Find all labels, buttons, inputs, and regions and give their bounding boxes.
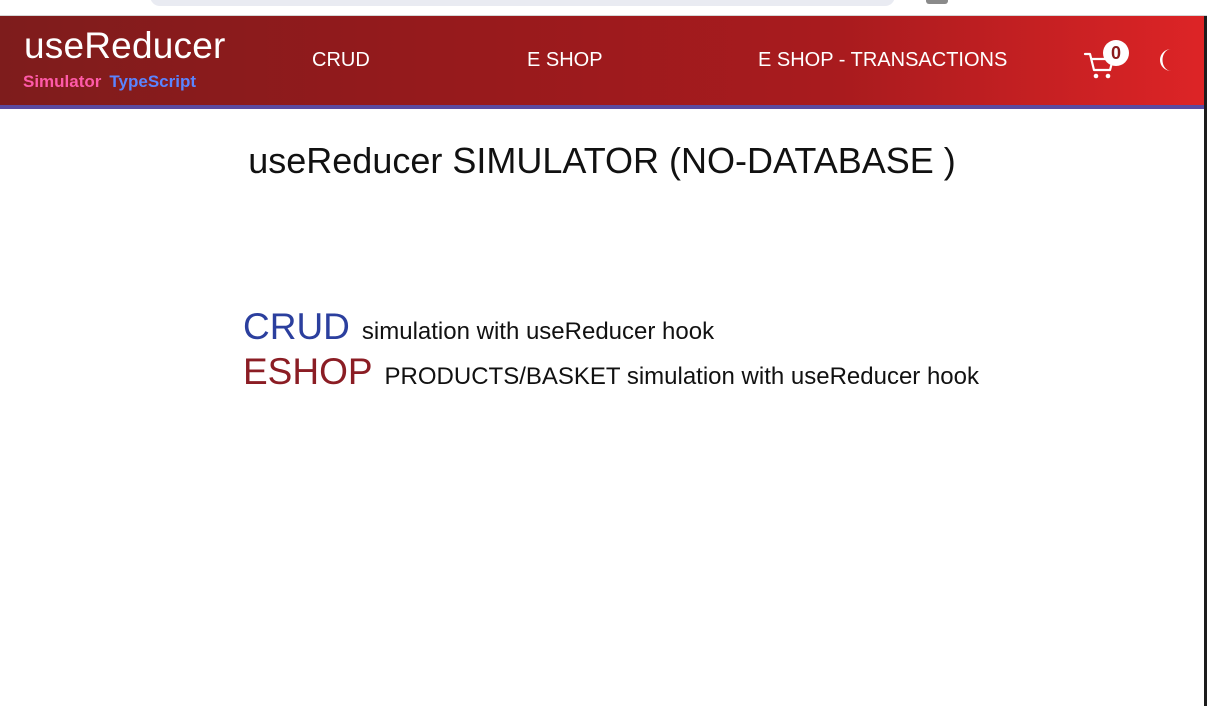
browser-toolbar — [0, 0, 1207, 16]
brand-typescript-label: TypeScript — [109, 72, 196, 91]
nav-link-eshop[interactable]: E SHOP — [527, 50, 603, 70]
nav-link-crud[interactable]: CRUD — [312, 50, 370, 70]
nav-link-eshop-transactions[interactable]: E SHOP - TRANSACTIONS — [758, 50, 1007, 70]
feature-row-crud: CRUD simulation with useReducer hook — [243, 308, 714, 345]
feature-desc-crud: simulation with useReducer hook — [361, 318, 715, 345]
feature-row-eshop: ESHOP PRODUCTS/BASKET simulation with use… — [243, 353, 979, 390]
extension-icon[interactable] — [926, 0, 948, 4]
brand-title[interactable]: useReducer — [24, 27, 226, 64]
brand-simulator-label: Simulator — [23, 72, 102, 91]
navbar-divider — [0, 105, 1204, 109]
moon-icon — [1160, 49, 1171, 71]
address-bar[interactable] — [150, 0, 895, 6]
theme-toggle-button[interactable] — [1155, 46, 1177, 74]
feature-link-eshop[interactable]: ESHOP — [243, 351, 373, 392]
cart-count-badge: 0 — [1103, 40, 1129, 66]
feature-desc-eshop: PRODUCTS/BASKET simulation with useReduc… — [384, 363, 980, 390]
brand-subtitle: Simulator TypeScript — [23, 73, 196, 90]
feature-link-crud[interactable]: CRUD — [243, 306, 350, 347]
page-title: useReducer SIMULATOR (NO-DATABASE ) — [248, 140, 956, 181]
